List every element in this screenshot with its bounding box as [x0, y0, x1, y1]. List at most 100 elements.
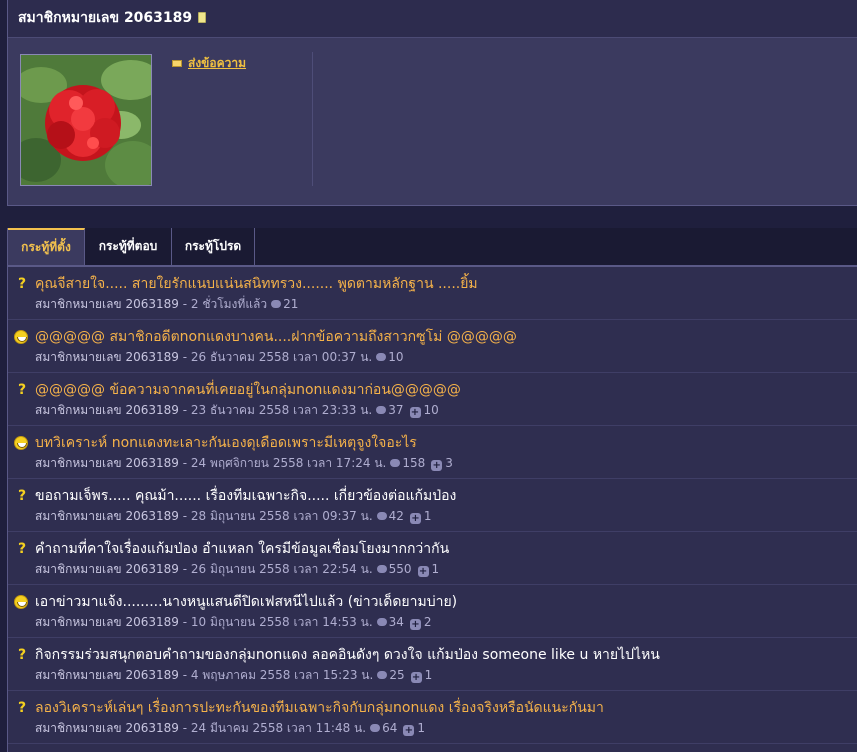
- comment-icon: [376, 618, 387, 626]
- vote-count: 1: [423, 509, 432, 523]
- thread-title[interactable]: ขอถามเจ็พร..... คุณม้า...... เรื่องทีมเฉ…: [35, 485, 456, 507]
- thread-time: - 4 พฤษภาคม 2558 เวลา 15:23 น.: [182, 668, 374, 682]
- thread-title[interactable]: เอาข่าวมาแจ้ง.........นางหนูแสนดีปิดเฟสห…: [35, 591, 457, 613]
- envelope-icon: [172, 60, 182, 67]
- thread-item[interactable]: ? ขอถามเจ็พร..... คุณม้า...... เรื่องทีม…: [8, 479, 857, 532]
- thread-time: - 23 ธันวาคม 2558 เวลา 23:33 น.: [182, 403, 373, 417]
- thread-title[interactable]: บทวิเคราะห์ nonแดงทะเลาะกันเองดุเดือดเพร…: [35, 432, 417, 454]
- comment-icon: [377, 671, 388, 679]
- thread-author[interactable]: สมาชิกหมายเลข 2063189: [35, 562, 179, 576]
- avatar[interactable]: [20, 54, 152, 186]
- thread-meta: สมาชิกหมายเลข 2063189 - 2 ชั่วโมงที่แล้ว…: [35, 295, 298, 314]
- threads-panel: กระทู้ที่ตั้ง กระทู้ที่ตอบ กระทู้โปรด ? …: [7, 228, 857, 752]
- thread-meta: สมาชิกหมายเลข 2063189 - 28 มิถุนายน 2558…: [35, 507, 432, 526]
- comment-icon: [376, 512, 387, 520]
- thread-item[interactable]: ? @@@@@ ข้อความจากคนที่เคยอยู่ในกลุ่มnon…: [8, 373, 857, 426]
- plus-vote-icon: +: [409, 407, 421, 418]
- thread-time: - 26 มิถุนายน 2558 เวลา 22:54 น.: [182, 562, 373, 576]
- question-icon: ?: [18, 488, 27, 504]
- thread-meta: สมาชิกหมายเลข 2063189 - 10 มิถุนายน 2558…: [35, 613, 432, 632]
- thread-author[interactable]: สมาชิกหมายเลข 2063189: [35, 297, 179, 311]
- comment-count: 64: [382, 721, 398, 735]
- comment-count: 21: [283, 297, 299, 311]
- comment-count: 550: [388, 562, 412, 576]
- plus-vote-icon: +: [409, 619, 421, 630]
- thread-item[interactable]: ? ลองวิเคราะห์เล่นๆ เรื่องการปะทะกันของท…: [8, 691, 857, 744]
- profile-header: สมาชิกหมายเลข 2063189: [8, 0, 857, 38]
- question-icon: ?: [18, 647, 27, 663]
- question-icon: ?: [18, 700, 27, 716]
- thread-author[interactable]: สมาชิกหมายเลข 2063189: [35, 350, 179, 364]
- thread-item[interactable]: ? คำถามที่คาใจเรื่องแก้มป่อง อำแหลก ใครม…: [8, 532, 857, 585]
- plus-vote-icon: +: [417, 566, 429, 577]
- comment-count: 10: [388, 350, 404, 364]
- thread-title[interactable]: คุณจีสายใจ..... สายใยรักแนบแน่นสนิททรวง.…: [35, 273, 478, 295]
- vote-count: 1: [424, 668, 433, 682]
- thread-author[interactable]: สมาชิกหมายเลข 2063189: [35, 668, 179, 682]
- comment-icon: [376, 406, 387, 414]
- thread-meta: สมาชิกหมายเลข 2063189 - 24 พฤศจิกายน 255…: [35, 454, 453, 473]
- thread-author[interactable]: สมาชิกหมายเลข 2063189: [35, 509, 179, 523]
- question-icon: ?: [18, 382, 27, 398]
- comment-icon: [376, 353, 387, 361]
- tab-favorite-threads[interactable]: กระทู้โปรด: [172, 228, 255, 265]
- thread-item[interactable]: ? คุณจีสายใจ..... สายใยรักแนบแน่นสนิททรว…: [8, 267, 857, 320]
- mobile-device-icon: [198, 12, 207, 23]
- red-flower-image: [21, 55, 151, 185]
- thread-meta: สมาชิกหมายเลข 2063189 - 24 มีนาคม 2558 เ…: [35, 719, 425, 738]
- thread-time: - 10 มิถุนายน 2558 เวลา 14:53 น.: [182, 615, 373, 629]
- thread-time: - 26 ธันวาคม 2558 เวลา 00:37 น.: [182, 350, 373, 364]
- comment-count: 34: [388, 615, 404, 629]
- thread-title[interactable]: @@@@@ ข้อความจากคนที่เคยอยู่ในกลุ่มnonแด…: [35, 379, 461, 401]
- tab-bar: กระทู้ที่ตั้ง กระทู้ที่ตอบ กระทู้โปรด: [8, 228, 857, 267]
- vote-count: 10: [423, 403, 439, 417]
- thread-title[interactable]: @@@@@ สมาชิกอดีตnonแดงบางคน....ฝากข้อควา…: [35, 326, 517, 348]
- plus-vote-icon: +: [403, 725, 415, 736]
- thread-meta: สมาชิกหมายเลข 2063189 - 26 มิถุนายน 2558…: [35, 560, 439, 579]
- question-icon: ?: [18, 276, 27, 292]
- comment-icon: [376, 565, 387, 573]
- comment-icon: [271, 300, 282, 308]
- smiley-icon: [14, 330, 28, 344]
- comment-icon: [370, 724, 381, 732]
- divider: [312, 52, 313, 186]
- plus-vote-icon: +: [409, 513, 421, 524]
- thread-item[interactable]: เอาข่าวมาแจ้ง.........นางหนูแสนดีปิดเฟสห…: [8, 585, 857, 638]
- smiley-icon: [14, 595, 28, 609]
- thread-author[interactable]: สมาชิกหมายเลข 2063189: [35, 721, 179, 735]
- thread-item[interactable]: @@@@@ สมาชิกอดีตnonแดงบางคน....ฝากข้อควา…: [8, 320, 857, 373]
- tab-created-threads[interactable]: กระทู้ที่ตั้ง: [8, 228, 85, 265]
- vote-count: 2: [423, 615, 432, 629]
- thread-author[interactable]: สมาชิกหมายเลข 2063189: [35, 615, 179, 629]
- thread-title[interactable]: คำถามที่คาใจเรื่องแก้มป่อง อำแหลก ใครมีข…: [35, 538, 449, 560]
- thread-title[interactable]: ลองวิเคราะห์เล่นๆ เรื่องการปะทะกันของทีม…: [35, 697, 604, 719]
- thread-time: - 28 มิถุนายน 2558 เวลา 09:37 น.: [182, 509, 373, 523]
- send-message-link[interactable]: ส่งข้อความ: [172, 54, 246, 73]
- question-icon: ?: [18, 541, 27, 557]
- plus-vote-icon: +: [410, 672, 422, 683]
- comment-count: 37: [388, 403, 404, 417]
- send-message-label: ส่งข้อความ: [188, 56, 247, 70]
- thread-author[interactable]: สมาชิกหมายเลข 2063189: [35, 456, 179, 470]
- tab-replied-threads[interactable]: กระทู้ที่ตอบ: [85, 228, 172, 265]
- thread-time: - 24 มีนาคม 2558 เวลา 11:48 น.: [182, 721, 367, 735]
- thread-meta: สมาชิกหมายเลข 2063189 - 4 พฤษภาคม 2558 เ…: [35, 666, 432, 685]
- vote-count: 1: [431, 562, 440, 576]
- comment-count: 25: [389, 668, 405, 682]
- vote-count: 1: [417, 721, 425, 735]
- vote-count: 3: [445, 456, 453, 470]
- thread-title[interactable]: กิจกรรมร่วมสนุกตอบคำถามของกลุ่มnonแดง ลอ…: [35, 644, 660, 666]
- comment-count: 158: [402, 456, 426, 470]
- profile-box: สมาชิกหมายเลข 2063189 ส่งข้อความ: [7, 0, 857, 206]
- thread-author[interactable]: สมาชิกหมายเลข 2063189: [35, 403, 179, 417]
- thread-meta: สมาชิกหมายเลข 2063189 - 23 ธันวาคม 2558 …: [35, 401, 439, 420]
- comment-icon: [390, 459, 401, 467]
- profile-title: สมาชิกหมายเลข 2063189: [18, 10, 193, 26]
- thread-meta: สมาชิกหมายเลข 2063189 - 26 ธันวาคม 2558 …: [35, 348, 404, 367]
- smiley-icon: [14, 436, 28, 450]
- thread-time: - 2 ชั่วโมงที่แล้ว: [182, 297, 268, 311]
- comment-count: 42: [388, 509, 404, 523]
- thread-item[interactable]: บทวิเคราะห์ nonแดงทะเลาะกันเองดุเดือดเพร…: [8, 426, 857, 479]
- thread-time: - 24 พฤศจิกายน 2558 เวลา 17:24 น.: [182, 456, 387, 470]
- thread-item[interactable]: ? กิจกรรมร่วมสนุกตอบคำถามของกลุ่มnonแดง …: [8, 638, 857, 691]
